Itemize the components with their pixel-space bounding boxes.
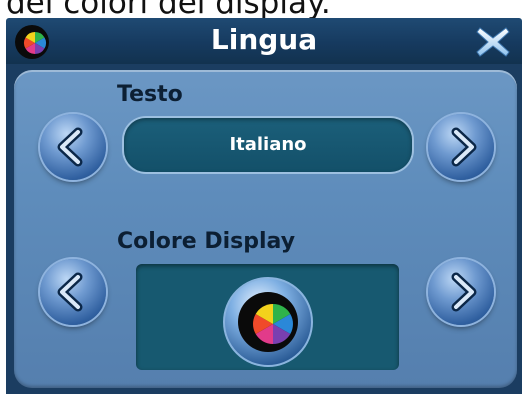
display-color-label: Colore Display	[117, 229, 296, 254]
language-next-button[interactable]	[428, 114, 494, 180]
language-prev-button[interactable]	[40, 114, 106, 180]
language-value-field[interactable]: Italiano	[124, 118, 412, 172]
close-button[interactable]	[474, 24, 512, 60]
close-x-icon	[476, 27, 510, 57]
color-wheel-logo-icon	[14, 24, 50, 60]
chevron-right-icon	[451, 272, 477, 312]
color-wheel-logo-icon	[222, 276, 314, 368]
background-caption-text: dei colori del display.	[6, 0, 331, 21]
language-label: Testo	[117, 82, 183, 107]
chevron-left-icon	[57, 272, 83, 312]
title-bar: Lingua	[6, 18, 522, 64]
chevron-left-icon	[57, 127, 83, 167]
window-title: Lingua	[210, 23, 318, 56]
display-color-prev-button[interactable]	[40, 259, 106, 325]
display-color-next-button[interactable]	[428, 259, 494, 325]
chevron-right-icon	[451, 127, 477, 167]
